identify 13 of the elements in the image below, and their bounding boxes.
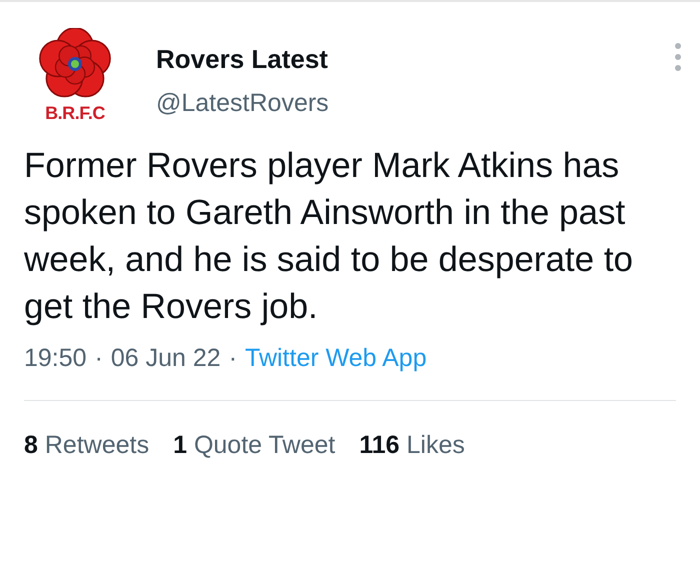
separator-dot: · (228, 343, 238, 374)
rose-icon (37, 28, 113, 100)
engagement-stat[interactable]: 116 Likes (359, 426, 465, 464)
tweet-time: 19:50 (24, 343, 87, 374)
separator-dot: · (94, 343, 103, 374)
tweet-text: Former Rovers player Mark Atkins has spoken to Gareth Ainsworth in the past week, and he is said to be desperate to get the Rovers job. (23, 145, 634, 328)
engagement-stat[interactable]: 8 Retweets (24, 426, 150, 464)
display-name[interactable]: Rovers Latest (156, 44, 329, 74)
logo-text: B.R.F.C (45, 104, 105, 122)
more-options-icon[interactable] (674, 42, 682, 72)
engagement-stat[interactable]: 1 Quote Tweet (173, 426, 336, 464)
user-handle[interactable]: @LatestRovers (156, 88, 329, 118)
tweet-date: 06 Jun 22 (110, 343, 221, 374)
